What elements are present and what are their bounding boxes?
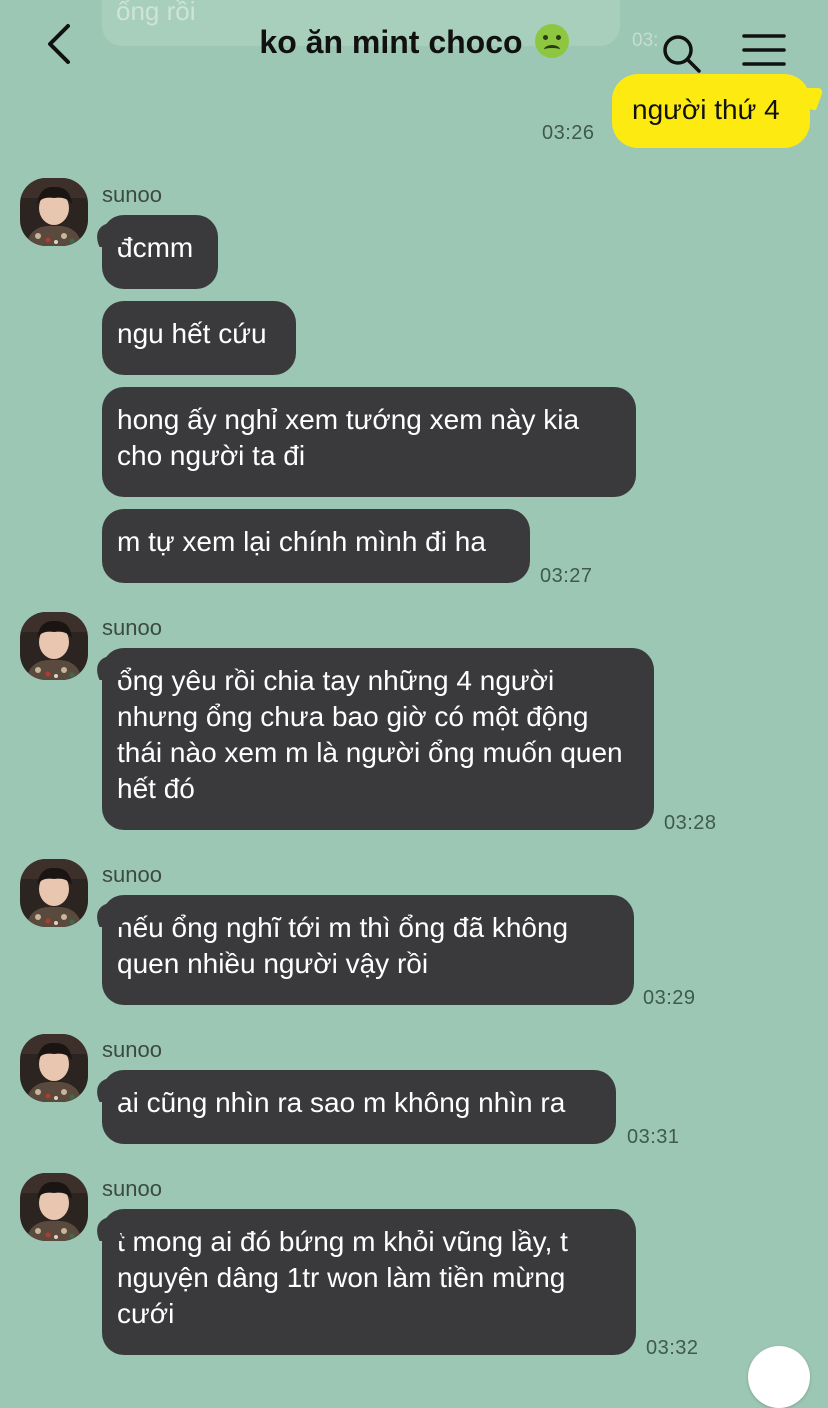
menu-button[interactable] [742, 32, 786, 68]
avatar[interactable] [20, 859, 88, 927]
sender-name: sunoo [102, 862, 162, 887]
menu-icon [742, 34, 786, 66]
chat-title-text: ko ăn mint choco [259, 24, 523, 60]
sender-name: sunoo [102, 182, 162, 207]
avatar-image [20, 178, 88, 246]
message-bubble[interactable]: đcmm [102, 215, 218, 289]
avatar-image [20, 859, 88, 927]
message-bubble[interactable]: hong ấy nghỉ xem tướng xem này kia cho n… [102, 387, 636, 497]
avatar[interactable] [20, 1034, 88, 1102]
search-icon [663, 35, 701, 73]
outgoing-message-time: 03:26 [542, 122, 595, 144]
avatar[interactable] [20, 612, 88, 680]
sender-name: sunoo [102, 1176, 162, 1201]
search-button[interactable] [660, 32, 702, 74]
message-bubble[interactable]: t mong ai đó bứng m khỏi vũng lầy, t ngu… [102, 1209, 636, 1355]
chat-title: ko ăn mint choco [0, 24, 828, 61]
sender-name: sunoo [102, 1037, 162, 1062]
message-bubble[interactable]: ngu hết cứu [102, 301, 296, 375]
message-time: 03:29 [643, 987, 696, 1009]
chat-header: ko ăn mint choco [0, 0, 828, 100]
nauseated-face-icon [534, 24, 569, 58]
scroll-down-button[interactable] [748, 1346, 810, 1408]
message-bubble[interactable]: ai cũng nhìn ra sao m không nhìn ra [102, 1070, 616, 1144]
message-time: 03:27 [540, 565, 593, 587]
message-time: 03:32 [646, 1337, 699, 1359]
message-time: 03:28 [664, 812, 717, 834]
sender-name: sunoo [102, 615, 162, 640]
avatar-image [20, 612, 88, 680]
avatar-image [20, 1034, 88, 1102]
avatar[interactable] [20, 1173, 88, 1241]
avatar[interactable] [20, 178, 88, 246]
avatar-image [20, 1173, 88, 1241]
message-time: 03:31 [627, 1126, 680, 1148]
message-bubble[interactable]: ổng yêu rồi chia tay những 4 người nhưng… [102, 648, 654, 830]
message-bubble[interactable]: nếu ổng nghĩ tới m thì ổng đã không quen… [102, 895, 634, 1005]
message-bubble[interactable]: m tự xem lại chính mình đi ha [102, 509, 530, 583]
